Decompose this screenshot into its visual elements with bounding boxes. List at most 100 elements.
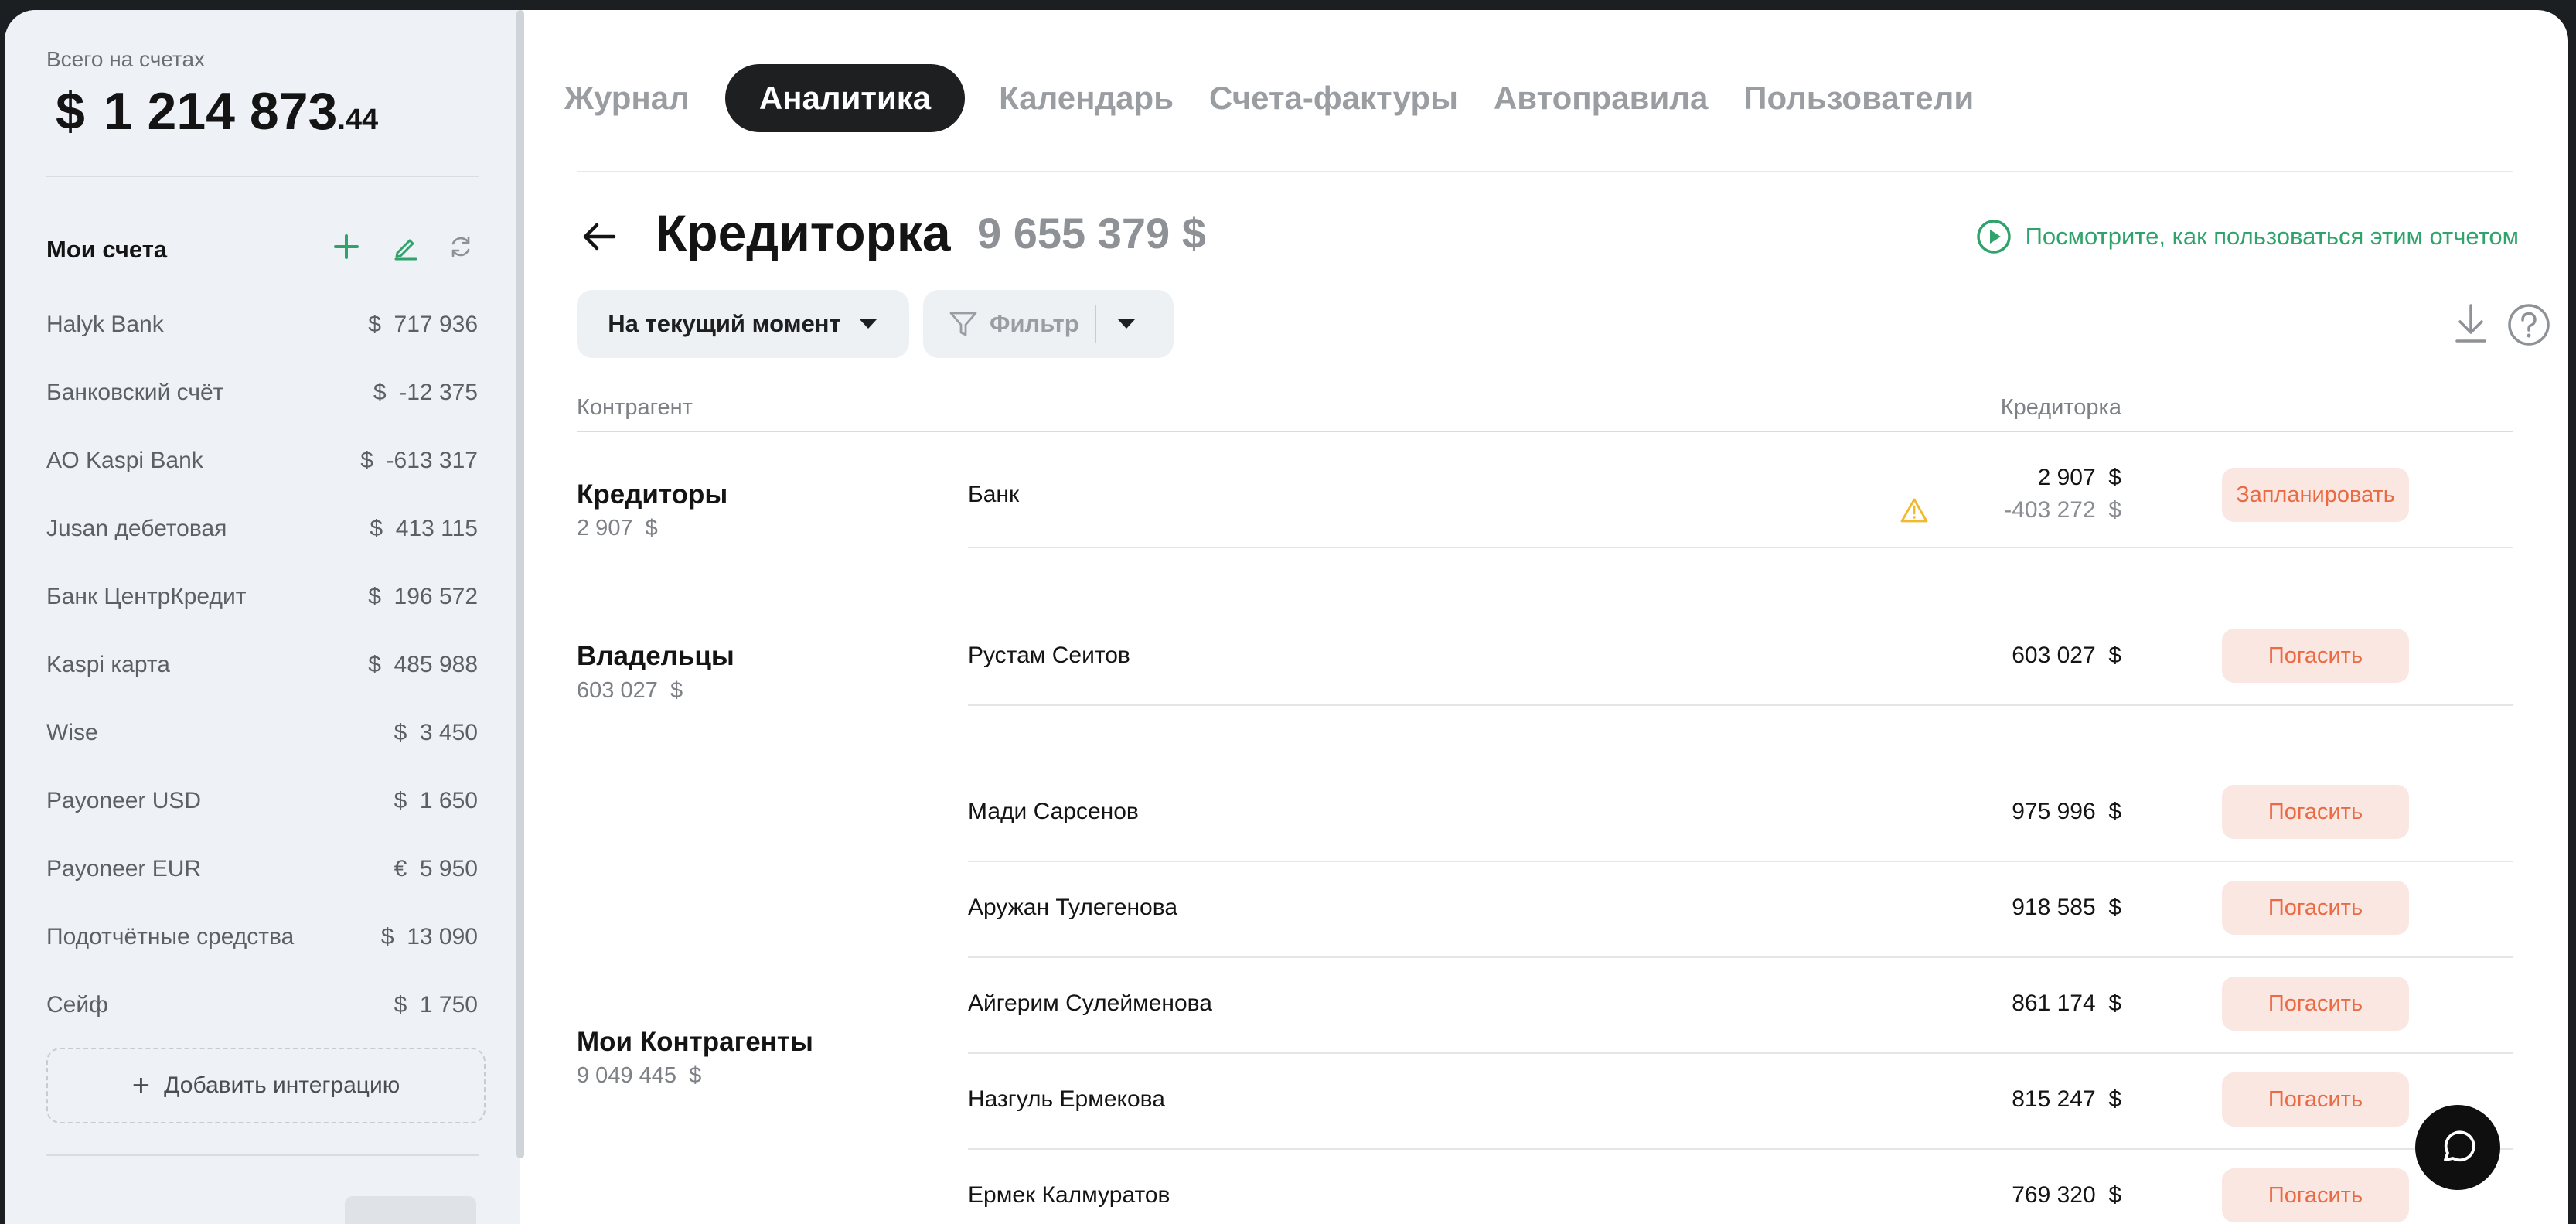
account-item[interactable]: АО Kaspi Bank $ -613 317 [46,438,478,484]
account-item[interactable]: Jusan дебетовая $ 413 115 [46,506,478,552]
account-item[interactable]: Банк ЦентрКредит $ 196 572 [46,574,478,620]
account-item[interactable]: Payoneer EUR € 5 950 [46,846,478,892]
header-divider [577,171,2513,172]
account-item[interactable]: Подотчётные средства $ 13 090 [46,914,478,960]
group-sum: 9 049 445 $ [577,1063,702,1088]
row-divider [968,956,2513,958]
help-icon[interactable] [2506,302,2551,347]
schedule-button[interactable]: Запланировать [2222,468,2409,522]
account-name: Банк ЦентрКредит [46,584,247,609]
tab-autorules[interactable]: Автоправила [1477,64,1725,132]
account-name: АО Kaspi Bank [46,448,203,473]
account-item[interactable]: Банковский счёт $ -12 375 [46,370,478,416]
howto-link[interactable]: Посмотрите, как пользоваться этим отчето… [1976,219,2519,254]
total-balance-cents: .44 [337,104,379,136]
warning-icon [1900,497,1928,523]
plus-icon[interactable] [329,230,363,264]
account-name: Halyk Bank [46,312,164,337]
download-icon[interactable] [2449,301,2493,347]
tab-analytics[interactable]: Аналитика [724,64,966,132]
row-sub-amount: -403 272 $ [2004,497,2121,523]
row-amount: 975 996 $ [2012,799,2121,824]
sidebar: Всего на счетах $1 214 873.44 Мои счета … [5,10,520,1224]
account-item[interactable]: Payoneer USD $ 1 650 [46,778,478,824]
play-circle-icon [1976,220,2011,254]
account-amount: $ 1 750 [394,992,478,1018]
row-divider [968,1052,2513,1054]
app-window: Всего на счетах $1 214 873.44 Мои счета … [5,10,2568,1224]
row-name: Рустам Сеитов [968,643,1130,668]
add-integration-button[interactable]: + Добавить интеграцию [46,1048,486,1123]
row-name: Аружан Тулегенова [968,895,1178,920]
howto-link-label: Посмотрите, как пользоваться этим отчето… [2025,223,2519,250]
repay-button[interactable]: Погасить [2222,1168,2409,1222]
repay-button[interactable]: Погасить [2222,629,2409,683]
table-header-line [577,431,2513,432]
row-divider [968,704,2513,706]
account-item[interactable]: Halyk Bank $ 717 936 [46,302,478,348]
row-amount: 918 585 $ [2012,895,2121,920]
account-amount: $ 717 936 [368,312,478,337]
account-name: Подотчётные средства [46,924,295,950]
period-dropdown-label: На текущий момент [608,310,841,337]
add-integration-label: Добавить интеграцию [164,1072,400,1098]
chat-bubble-icon [2444,1130,2475,1162]
repay-button[interactable]: Погасить [2222,977,2409,1031]
tab-calendar[interactable]: Календарь [982,64,1191,132]
account-name: Сейф [46,992,108,1018]
sidebar-divider [46,1154,479,1156]
row-name: Ермек Калмуратов [968,1182,1170,1208]
tab-users[interactable]: Пользователи [1726,64,1991,132]
account-amount: $ 413 115 [370,516,478,541]
main-panel: Журнал Аналитика Календарь Счета-фактуры… [520,10,2568,1224]
row-amount: 815 247 $ [2012,1086,2121,1112]
total-balance-currency: $ [56,82,85,141]
group-title: Мои Контрагенты [577,1027,813,1057]
repay-button[interactable]: Погасить [2222,881,2409,935]
row-name: Назгуль Ермекова [968,1086,1165,1112]
my-accounts-title: Мои счета [46,236,168,263]
account-amount: $ 1 650 [394,788,478,813]
column-header-counterparty: Контрагент [577,395,693,420]
report-total: 9 655 379 $ [977,209,1206,257]
period-dropdown[interactable]: На текущий момент [577,290,909,358]
account-amount: $ 13 090 [380,924,478,950]
row-divider [968,861,2513,862]
account-name: Wise [46,720,98,745]
account-item[interactable]: Wise $ 3 450 [46,710,478,756]
tab-journal[interactable]: Журнал [564,64,707,132]
account-name: Payoneer USD [46,788,202,813]
account-amount: $ 3 450 [394,720,478,745]
account-amount: $ 196 572 [368,584,478,609]
group-sum: 603 027 $ [577,678,683,703]
account-name: Jusan дебетовая [46,516,227,541]
pencil-icon[interactable] [388,230,422,264]
chat-button[interactable] [2415,1105,2500,1190]
funnel-icon [949,312,977,336]
page-title: Кредиторка [656,204,951,261]
account-item[interactable]: Kaspi карта $ 485 988 [46,642,478,688]
repay-button[interactable]: Погасить [2222,785,2409,839]
account-item[interactable]: Сейф $ 1 750 [46,982,478,1028]
sidebar-bottom-chip [345,1196,476,1224]
filter-separator [1094,305,1096,343]
row-divider [968,1148,2513,1150]
sidebar-divider [46,176,479,177]
row-name: Мади Сарсенов [968,799,1139,824]
tab-invoices[interactable]: Счета-фактуры [1192,64,1475,132]
account-amount: € 5 950 [394,856,478,881]
account-amount: $ -12 375 [373,380,478,405]
filter-button[interactable]: Фильтр [923,290,1174,358]
total-balance-amount: $1 214 873.44 [56,81,378,141]
tab-bar: Журнал Аналитика Календарь Счета-фактуры… [564,64,1992,132]
repay-button[interactable]: Погасить [2222,1072,2409,1127]
row-name: Айгерим Сулейменова [968,990,1212,1016]
row-amount: 861 174 $ [2012,990,2121,1016]
group-sum: 2 907 $ [577,516,658,540]
plus-icon: + [131,1068,151,1103]
back-arrow-icon[interactable] [578,216,620,257]
total-balance-main: 1 214 873 [103,82,338,141]
total-balance-label: Всего на счетах [46,47,206,71]
caret-down-icon[interactable] [1116,318,1136,330]
refresh-icon[interactable] [444,230,478,264]
